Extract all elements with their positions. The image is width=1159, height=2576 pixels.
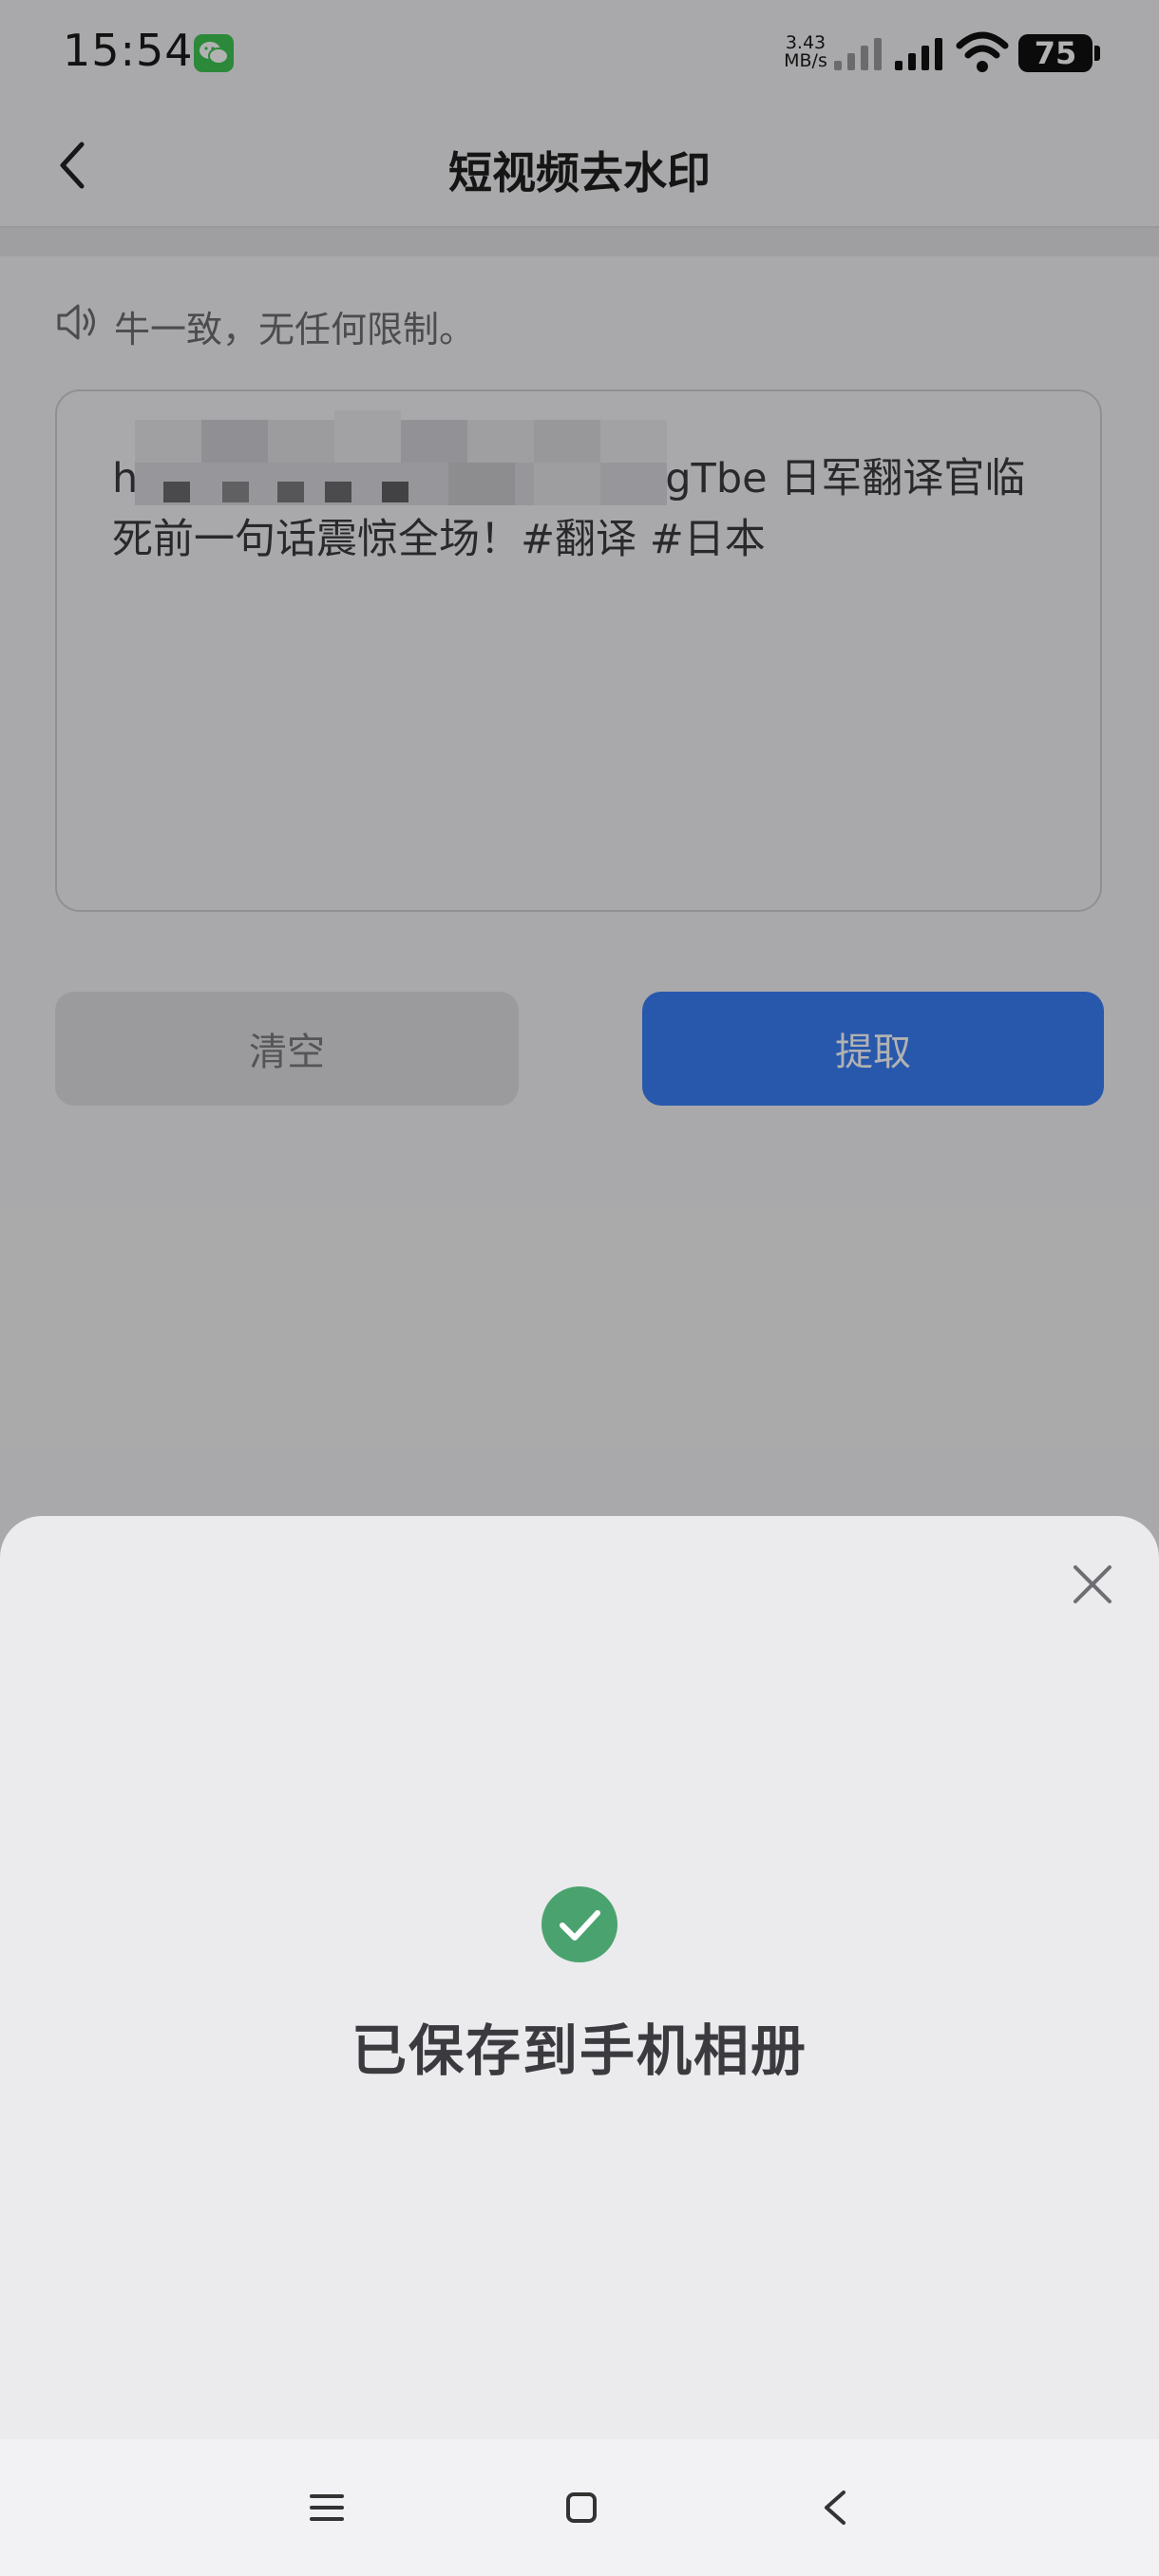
back-icon[interactable] bbox=[815, 2485, 857, 2530]
close-icon[interactable] bbox=[1064, 1556, 1121, 1613]
success-message: 已保存到手机相册 bbox=[351, 2018, 808, 2083]
system-navigation-bar bbox=[0, 2439, 1159, 2576]
save-result-sheet: 已保存到手机相册 bbox=[0, 1516, 1159, 2576]
check-circle-icon bbox=[542, 1886, 618, 1962]
menu-icon[interactable] bbox=[306, 2487, 348, 2529]
home-icon[interactable] bbox=[560, 2487, 602, 2529]
